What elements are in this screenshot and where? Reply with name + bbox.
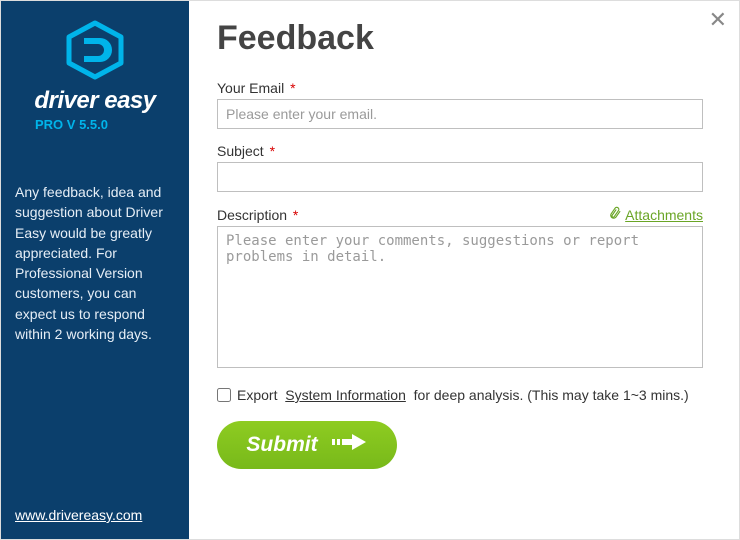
arrow-right-icon [332, 432, 368, 458]
required-star: * [293, 207, 298, 223]
description-field-group: Description * Attachments [217, 206, 703, 373]
required-star: * [290, 80, 295, 96]
subject-field-group: Subject * [217, 143, 703, 192]
logo-icon [64, 20, 126, 85]
page-title: Feedback [217, 19, 703, 58]
sidebar: driver easy PRO V 5.5.0 Any feedback, id… [1, 1, 189, 539]
email-field-group: Your Email * [217, 80, 703, 129]
feedback-window: driver easy PRO V 5.5.0 Any feedback, id… [0, 0, 740, 540]
description-label: Description * [217, 207, 298, 223]
submit-button[interactable]: Submit [217, 421, 397, 469]
email-label-text: Your Email [217, 80, 284, 96]
subject-input[interactable] [217, 162, 703, 192]
export-checkbox[interactable] [217, 388, 231, 402]
required-star: * [270, 143, 275, 159]
email-input[interactable] [217, 99, 703, 129]
submit-button-label: Submit [246, 433, 317, 457]
sidebar-description: Any feedback, idea and suggestion about … [15, 182, 175, 344]
description-textarea[interactable] [217, 226, 703, 368]
email-label: Your Email * [217, 80, 296, 96]
export-prefix: Export [237, 387, 277, 403]
subject-label: Subject * [217, 143, 275, 159]
description-label-text: Description [217, 207, 287, 223]
version-label: PRO V 5.5.0 [35, 117, 108, 132]
subject-label-text: Subject [217, 143, 264, 159]
export-suffix: for deep analysis. (This may take 1~3 mi… [414, 387, 689, 403]
logo-block: driver easy [34, 16, 155, 115]
attachments-label-text: Attachments [625, 207, 703, 223]
sidebar-footer: www.drivereasy.com [15, 507, 142, 525]
attachments-link[interactable]: Attachments [608, 206, 703, 223]
close-icon[interactable]: ✕ [709, 9, 727, 31]
export-row: Export System Information for deep analy… [217, 387, 703, 403]
main-panel: ✕ Feedback Your Email * Subject * [189, 1, 739, 539]
export-text: Export System Information for deep analy… [237, 387, 689, 403]
system-information-link[interactable]: System Information [285, 387, 406, 403]
brand-name: driver easy [34, 87, 155, 115]
website-link[interactable]: www.drivereasy.com [15, 507, 142, 523]
paperclip-icon [607, 205, 624, 224]
